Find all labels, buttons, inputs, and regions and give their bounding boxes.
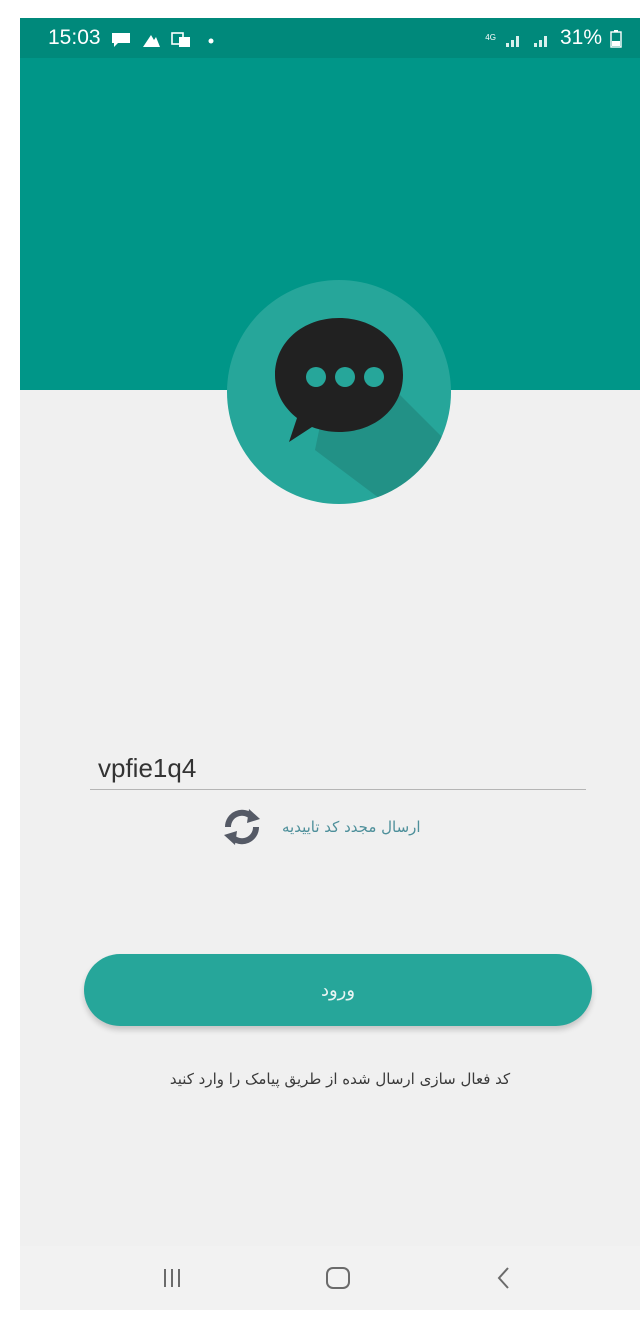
status-bar: 15:03 4G 31%	[20, 18, 640, 58]
login-button[interactable]: ورود	[84, 954, 592, 1026]
network-type-icon: 4G	[485, 33, 496, 42]
more-notifications-dot-icon	[201, 30, 221, 46]
resend-code-label: ارسال مجدد کد تاییدیه	[282, 818, 421, 836]
system-navigation-bar	[20, 1246, 640, 1310]
verification-code-value: vpfie1q4	[98, 753, 197, 783]
signal-icon-2	[532, 30, 552, 47]
chat-bubble-icon	[275, 318, 451, 504]
home-icon	[326, 1267, 350, 1289]
battery-icon	[610, 30, 622, 48]
status-right: 4G 31%	[485, 26, 622, 50]
status-left: 15:03	[48, 26, 221, 50]
message-notification-icon	[111, 30, 131, 47]
home-button[interactable]	[318, 1260, 358, 1296]
login-button-label: ورود	[320, 979, 356, 1001]
back-icon	[497, 1267, 509, 1289]
signal-icon-1	[504, 30, 524, 47]
battery-percent: 31%	[559, 26, 602, 49]
resend-code-button[interactable]: ارسال مجدد کد تاییدیه	[220, 802, 460, 852]
phone-screen: 15:03 4G 31% vpfie1q4 ارسال مجدد کد تایی…	[20, 18, 640, 1310]
recent-apps-button[interactable]	[152, 1260, 192, 1296]
verification-code-input[interactable]: vpfie1q4	[90, 746, 586, 790]
app-logo	[227, 280, 451, 504]
activation-hint-text: کد فعال سازی ارسال شده از طریق پیامک را …	[169, 1070, 511, 1088]
recent-apps-icon	[164, 1269, 180, 1287]
app-notification-icon	[141, 30, 161, 47]
refresh-icon	[220, 807, 264, 847]
status-time: 15:03	[48, 26, 101, 49]
translate-notification-icon	[170, 30, 191, 47]
back-button[interactable]	[484, 1260, 524, 1296]
